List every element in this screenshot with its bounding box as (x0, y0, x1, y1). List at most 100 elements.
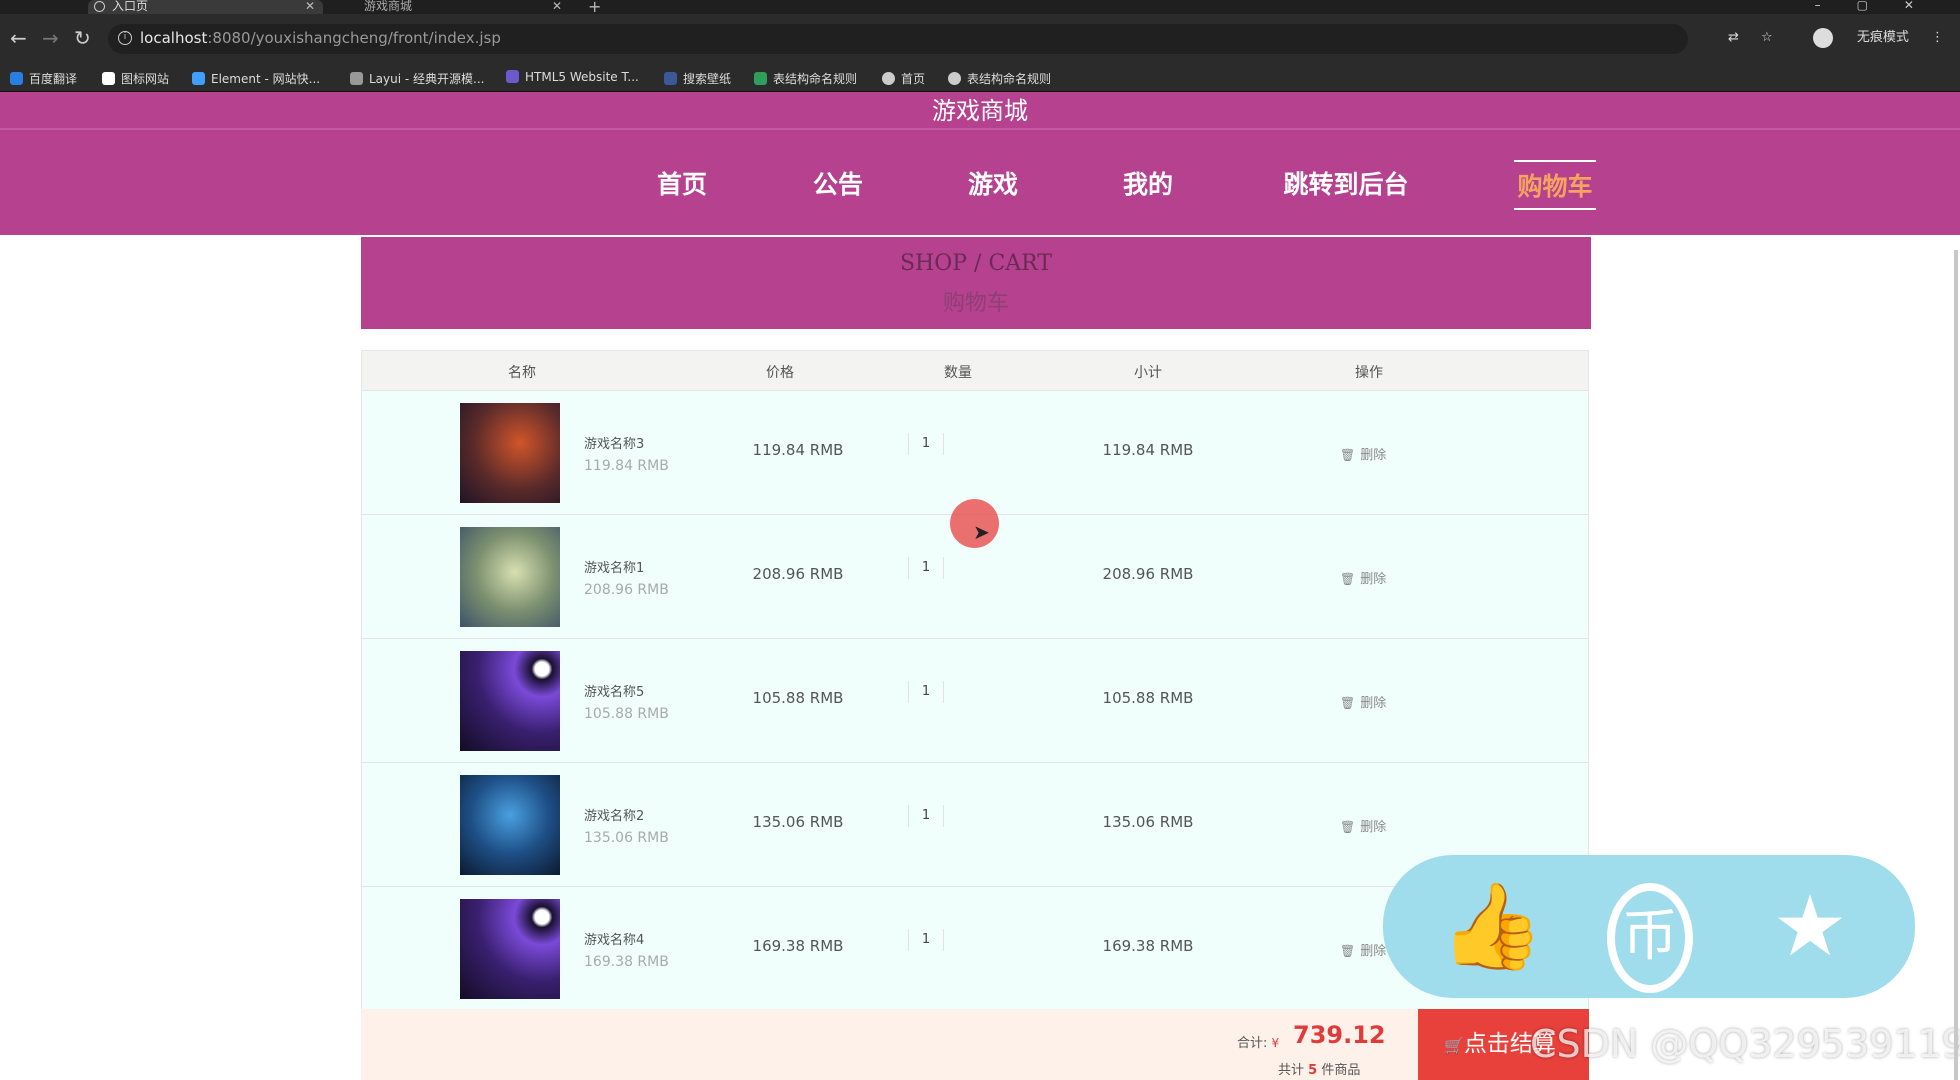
game-thumbnail[interactable] (460, 775, 560, 875)
nav-admin[interactable]: 跳转到后台 (1276, 160, 1416, 210)
item-subtotal: 208.96 RMB (1102, 565, 1194, 583)
reload-icon[interactable]: ↻ (74, 26, 91, 50)
cart-row: 游戏名称5 105.88 RMB 105.88 RMB 1 105.88 RMB… (362, 639, 1588, 763)
forward-icon[interactable]: → (42, 26, 59, 50)
nav-games[interactable]: 游戏 (963, 160, 1023, 210)
incognito-icon (1812, 27, 1833, 48)
total-amount: 739.12 (1293, 1021, 1386, 1049)
quantity-input[interactable]: 1 (908, 433, 944, 455)
browser-tab-strip: 入口页 ✕ 游戏商城 ✕ + –▢✕ (0, 0, 1960, 16)
trash-icon: 🗑 (1340, 944, 1356, 958)
flag-icon (102, 72, 115, 85)
bookmark-item[interactable]: Layui - 经典开源模... (350, 70, 484, 87)
game-unit-price: 119.84 RMB (584, 458, 669, 474)
column-header-action: 操作 (1355, 365, 1383, 381)
quantity-input[interactable]: 1 (908, 557, 944, 579)
element-icon (192, 72, 205, 85)
banner-title-zh: 购物车 (942, 291, 1009, 316)
game-name[interactable]: 游戏名称1 (584, 557, 644, 576)
star-icon[interactable]: ☆ (1761, 30, 1773, 45)
thumbs-up-icon: 👍 (1439, 877, 1545, 975)
bookmark-item[interactable]: HTML5 Website T... (506, 70, 639, 84)
coin-button[interactable]: 币 (1595, 871, 1705, 993)
delete-button[interactable]: 🗑 删除 (1340, 940, 1386, 959)
game-name[interactable]: 游戏名称3 (584, 433, 644, 452)
game-thumbnail[interactable] (460, 899, 560, 999)
game-unit-price: 135.06 RMB (584, 830, 669, 846)
bookmark-item[interactable]: 首页 (882, 70, 925, 87)
column-header-qty: 数量 (944, 365, 972, 381)
bookmark-item[interactable]: Element - 网站快... (192, 70, 320, 87)
trash-icon: 🗑 (1340, 448, 1356, 462)
item-count: 共计 5 件商品 (1278, 1063, 1361, 1078)
item-price: 135.06 RMB (752, 813, 844, 831)
star-icon: ★ (1772, 877, 1848, 975)
total-label: 合计: ¥ (1237, 1036, 1280, 1051)
menu-icon[interactable]: ⋮ (1931, 30, 1944, 45)
bookmark-item[interactable]: 表结构命名规则 (754, 70, 857, 87)
trash-icon: 🗑 (1340, 820, 1356, 834)
cart-row: 游戏名称2 135.06 RMB 135.06 RMB 1 135.06 RMB… (362, 763, 1588, 887)
cart-row: 游戏名称3 119.84 RMB 119.84 RMB 1 119.84 RMB… (362, 391, 1588, 515)
trash-icon: 🗑 (1340, 696, 1356, 710)
browser-toolbar: ← → ↻ i localhost:8080/youxishangcheng/f… (0, 14, 1960, 64)
incognito-profile[interactable]: 无痕模式 (1795, 27, 1909, 48)
html5-icon (506, 70, 519, 83)
item-price: 208.96 RMB (752, 565, 844, 583)
floating-action-bar: 👍 币 ★ (1383, 855, 1915, 998)
address-bar[interactable]: i localhost:8080/youxishangcheng/front/i… (108, 24, 1688, 54)
game-thumbnail[interactable] (460, 527, 560, 627)
bookmark-icon (10, 72, 23, 85)
tab-title: 入口页 (112, 0, 149, 13)
bookmark-item[interactable]: 百度翻译 (10, 70, 77, 87)
browser-tab-active[interactable]: 入口页 ✕ (88, 0, 323, 14)
nav-mine[interactable]: 我的 (1118, 160, 1178, 210)
close-icon[interactable]: ✕ (552, 0, 562, 12)
game-name[interactable]: 游戏名称5 (584, 681, 644, 700)
layui-icon (350, 72, 363, 85)
quantity-input[interactable]: 1 (908, 681, 944, 703)
bookmark-item[interactable]: 图标网站 (102, 70, 169, 87)
nav-notice[interactable]: 公告 (808, 160, 868, 210)
delete-button[interactable]: 🗑 删除 (1340, 692, 1386, 711)
window-controls[interactable]: –▢✕ (1815, 0, 1950, 12)
quantity-input[interactable]: 1 (908, 929, 944, 951)
site-header: 游戏商城 首页 公告 游戏 我的 跳转到后台 购物车 (0, 92, 1960, 235)
game-name[interactable]: 游戏名称4 (584, 929, 644, 948)
globe-icon (882, 72, 895, 85)
coin-icon: 币 (1607, 883, 1693, 993)
item-price: 119.84 RMB (752, 441, 844, 459)
url-text: localhost:8080/youxishangcheng/front/ind… (140, 29, 501, 47)
scrollbar[interactable] (1954, 250, 1958, 1080)
banner-title-en: SHOP / CART (899, 251, 1053, 276)
item-price: 169.38 RMB (752, 937, 844, 955)
quantity-input[interactable]: 1 (908, 805, 944, 827)
favorite-button[interactable]: ★ (1755, 871, 1865, 981)
browser-tab-inactive[interactable]: 游戏商城 ✕ (340, 0, 570, 14)
like-button[interactable]: 👍 (1437, 871, 1547, 981)
item-subtotal: 105.88 RMB (1102, 689, 1194, 707)
column-header-subtotal: 小计 (1134, 365, 1162, 381)
nav-cart[interactable]: 购物车 (1514, 160, 1596, 210)
sheet-icon (754, 72, 767, 85)
bookmarks-bar: 百度翻译 图标网站 Element - 网站快... Layui - 经典开源模… (0, 64, 1960, 92)
back-icon[interactable]: ← (10, 26, 27, 50)
column-header-name: 名称 (508, 365, 536, 381)
delete-button[interactable]: 🗑 删除 (1340, 568, 1386, 587)
item-subtotal: 135.06 RMB (1102, 813, 1194, 831)
game-unit-price: 105.88 RMB (584, 706, 669, 722)
bookmark-item[interactable]: 搜索壁纸 (664, 70, 731, 87)
delete-button[interactable]: 🗑 删除 (1340, 444, 1386, 463)
game-thumbnail[interactable] (460, 651, 560, 751)
bookmark-item[interactable]: 表结构命名规则 (948, 70, 1051, 87)
game-thumbnail[interactable] (460, 403, 560, 503)
cursor-icon: ➤ (973, 520, 990, 544)
trash-icon: 🗑 (1340, 572, 1356, 586)
delete-button[interactable]: 🗑 删除 (1340, 816, 1386, 835)
nav-home[interactable]: 首页 (652, 160, 712, 210)
translate-icon[interactable]: ⇄ (1728, 30, 1739, 45)
info-icon[interactable]: i (118, 31, 132, 45)
globe-icon (94, 1, 105, 12)
game-name[interactable]: 游戏名称2 (584, 805, 644, 824)
close-icon[interactable]: ✕ (305, 0, 315, 12)
